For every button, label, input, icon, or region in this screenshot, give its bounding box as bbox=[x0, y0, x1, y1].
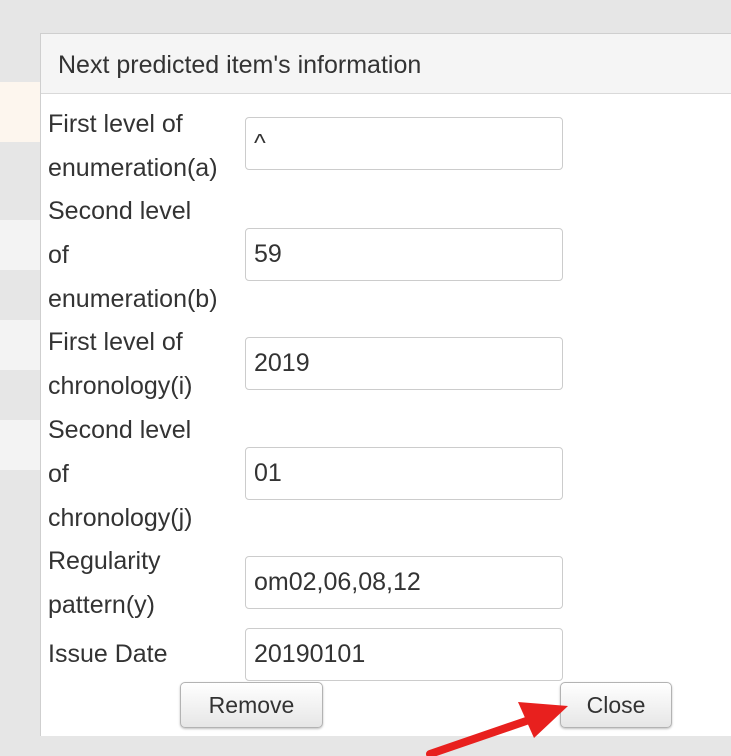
issue-date-input[interactable] bbox=[245, 628, 563, 681]
second-level-chronology-input[interactable] bbox=[245, 447, 563, 500]
red-arrow-icon bbox=[426, 702, 568, 756]
next-predicted-item-dialog: Next predicted item's information First … bbox=[40, 33, 731, 736]
background-row bbox=[0, 320, 40, 370]
first-level-enumeration-label: First level of enumeration(a) bbox=[48, 110, 218, 182]
second-level-enumeration-input[interactable] bbox=[245, 228, 563, 281]
regularity-pattern-input[interactable] bbox=[245, 556, 563, 609]
second-level-chronology-label: Second level of chronology(j) bbox=[48, 416, 193, 532]
background-row bbox=[0, 220, 40, 270]
regularity-pattern-label: Regularity pattern(y) bbox=[48, 547, 161, 619]
dialog-header: Next predicted item's information bbox=[41, 34, 731, 94]
second-level-enumeration-label: Second level of enumeration(b) bbox=[48, 197, 218, 313]
dialog-title: Next predicted item's information bbox=[58, 51, 422, 79]
background-row bbox=[0, 82, 40, 142]
first-level-chronology-label: First level of chronology(i) bbox=[48, 328, 193, 400]
background-row bbox=[0, 420, 40, 470]
issue-date-label: Issue Date bbox=[48, 640, 168, 668]
first-level-enumeration-input[interactable] bbox=[245, 117, 563, 170]
first-level-chronology-input[interactable] bbox=[245, 337, 563, 390]
arrow-shaft bbox=[426, 715, 536, 756]
remove-button[interactable]: Remove bbox=[180, 682, 323, 728]
